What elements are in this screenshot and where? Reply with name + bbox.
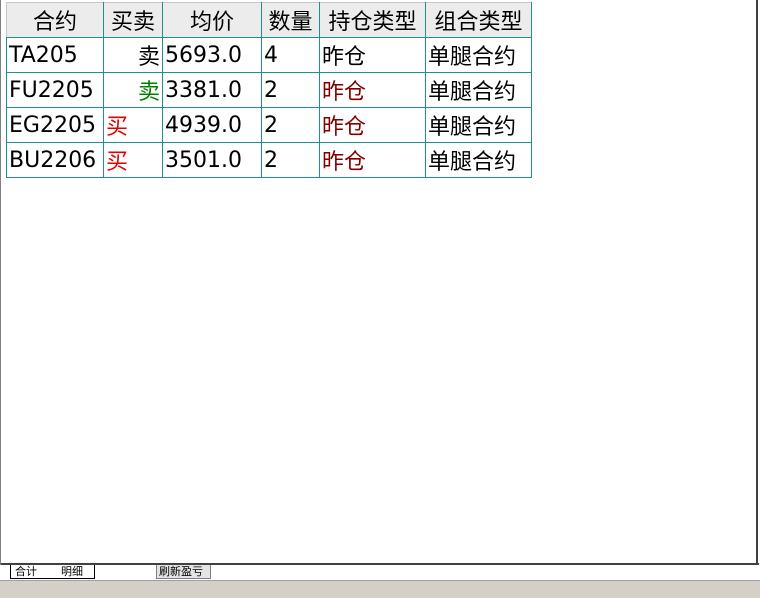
table-header-row: 合约 买卖 均价 数量 持仓类型 组合类型 xyxy=(6,2,532,38)
cell-position-type: 昨仓 xyxy=(319,142,426,178)
tab-total[interactable]: 合计 xyxy=(10,565,57,579)
cell-side: 买 xyxy=(103,107,163,143)
cell-position-type: 昨仓 xyxy=(319,72,426,108)
cell-side: 买 xyxy=(103,142,163,178)
cell-combo-type: 单腿合约 xyxy=(425,72,532,108)
cell-quantity: 2 xyxy=(261,142,320,178)
header-position-type[interactable]: 持仓类型 xyxy=(319,2,426,38)
cell-combo-type: 单腿合约 xyxy=(425,37,532,73)
cell-combo-type: 单腿合约 xyxy=(425,107,532,143)
cell-quantity: 2 xyxy=(261,107,320,143)
header-side[interactable]: 买卖 xyxy=(103,2,163,38)
header-combo-type[interactable]: 组合类型 xyxy=(425,2,532,38)
cell-combo-type: 单腿合约 xyxy=(425,142,532,178)
header-quantity[interactable]: 数量 xyxy=(261,2,320,38)
sheet-tab-bar: 合计 明细 刷新盈亏 xyxy=(0,565,758,580)
table-row[interactable]: EG2205 买 4939.0 2 昨仓 单腿合约 xyxy=(6,107,532,143)
cell-avg-price: 3381.0 xyxy=(162,72,262,108)
table-row[interactable]: FU2205 卖 3381.0 2 昨仓 单腿合约 xyxy=(6,72,532,108)
cell-position-type: 昨仓 xyxy=(319,37,426,73)
cell-quantity: 4 xyxy=(261,37,320,73)
header-contract[interactable]: 合约 xyxy=(6,2,104,38)
cell-quantity: 2 xyxy=(261,72,320,108)
table-row[interactable]: TA205 卖 5693.0 4 昨仓 单腿合约 xyxy=(6,37,532,73)
positions-window: 合约 买卖 均价 数量 持仓类型 组合类型 TA205 卖 5693.0 4 昨… xyxy=(0,0,759,598)
cell-contract: FU2205 xyxy=(6,72,104,108)
cell-side: 卖 xyxy=(103,37,163,73)
positions-table: 合约 买卖 均价 数量 持仓类型 组合类型 TA205 卖 5693.0 4 昨… xyxy=(6,2,532,178)
cell-position-type: 昨仓 xyxy=(319,107,426,143)
tab-detail[interactable]: 明细 xyxy=(57,565,95,579)
status-bar xyxy=(0,580,760,598)
cell-contract: EG2205 xyxy=(6,107,104,143)
cell-avg-price: 3501.0 xyxy=(162,142,262,178)
refresh-pnl-button[interactable]: 刷新盈亏 xyxy=(156,565,211,579)
cell-avg-price: 4939.0 xyxy=(162,107,262,143)
cell-contract: TA205 xyxy=(6,37,104,73)
cell-side: 卖 xyxy=(103,72,163,108)
header-avg-price[interactable]: 均价 xyxy=(162,2,262,38)
table-row[interactable]: BU2206 买 3501.0 2 昨仓 单腿合约 xyxy=(6,142,532,178)
cell-contract: BU2206 xyxy=(6,142,104,178)
cell-avg-price: 5693.0 xyxy=(162,37,262,73)
